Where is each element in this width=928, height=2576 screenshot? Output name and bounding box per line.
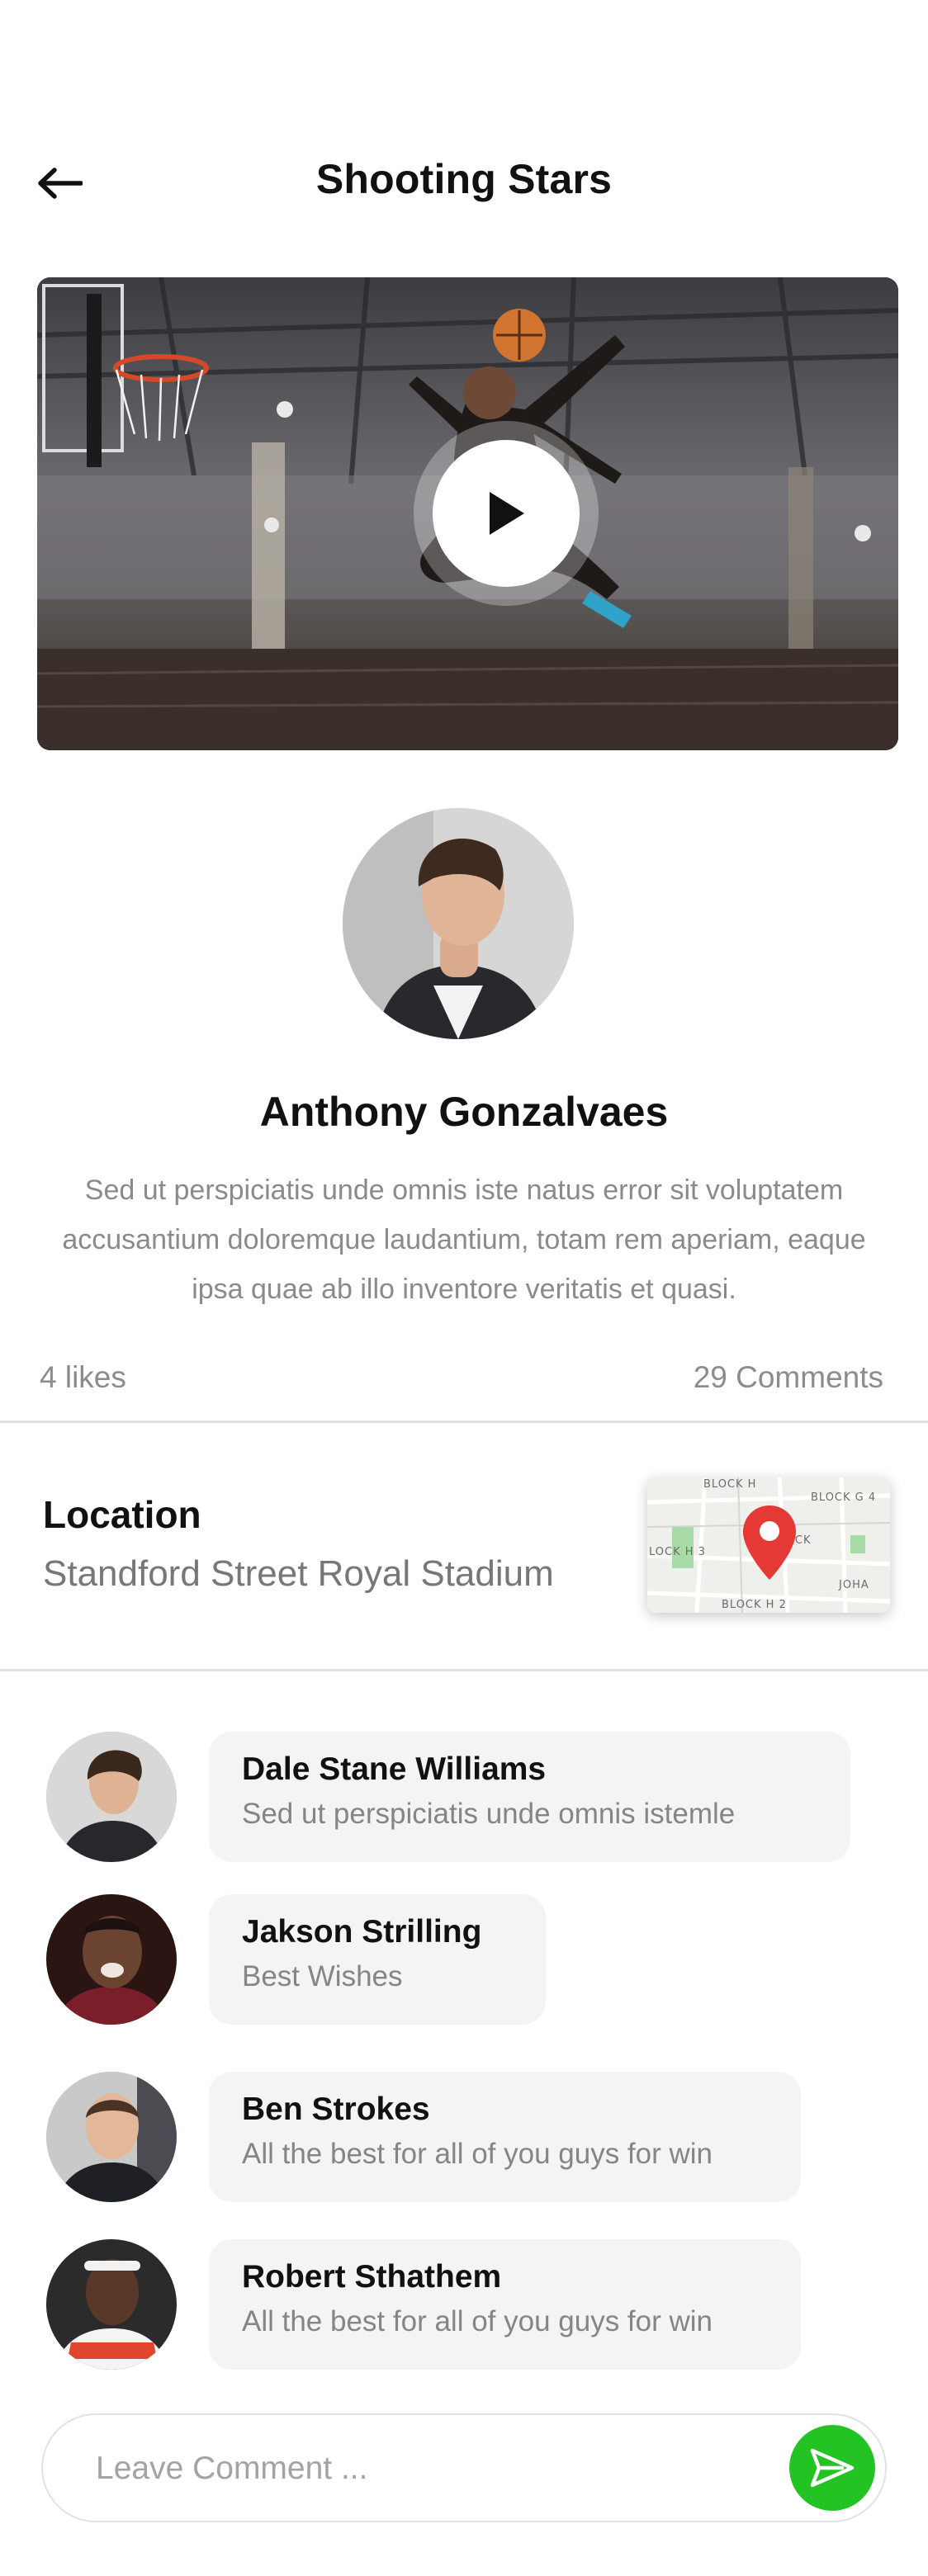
commenter-photo bbox=[46, 1732, 177, 1862]
location-label: Location bbox=[43, 1493, 201, 1536]
commenter-photo bbox=[46, 2072, 177, 2202]
play-button-circle bbox=[433, 440, 580, 587]
commenter-avatar[interactable] bbox=[46, 2072, 177, 2202]
map-thumbnail: BLOCK H BLOCK G 4 LOCK H 3 BLOCK BLOCK H… bbox=[647, 1477, 890, 1613]
commenter-photo bbox=[46, 1894, 177, 2025]
map-label: LOCK H 3 bbox=[649, 1546, 706, 1558]
video-player[interactable] bbox=[37, 277, 898, 750]
app-header: Shooting Stars bbox=[0, 132, 928, 231]
comment-bubble: Robert Sthathem All the best for all of … bbox=[209, 2239, 801, 2370]
play-icon bbox=[490, 492, 524, 535]
divider bbox=[0, 1420, 928, 1423]
map-label: BLOCK H 2 bbox=[722, 1599, 787, 1611]
comment-text: Sed ut perspiciatis unde omnis istemle bbox=[242, 1798, 736, 1830]
send-button[interactable] bbox=[789, 2425, 875, 2511]
divider bbox=[0, 1669, 928, 1671]
comment-composer bbox=[41, 2413, 887, 2522]
location-value: Standford Street Royal Stadium bbox=[43, 1553, 554, 1594]
commenter-avatar[interactable] bbox=[46, 2239, 177, 2370]
commenter-name: Ben Strokes bbox=[242, 2092, 430, 2127]
commenter-name: Dale Stane Williams bbox=[242, 1751, 547, 1787]
comments-count[interactable]: 29 Comments bbox=[694, 1360, 883, 1395]
send-icon bbox=[810, 2448, 855, 2488]
comment-bubble: Jakson Strilling Best Wishes bbox=[209, 1894, 546, 2025]
page-title: Shooting Stars bbox=[315, 156, 613, 202]
author-name: Anthony Gonzalvaes bbox=[259, 1089, 669, 1135]
commenter-name: Robert Sthathem bbox=[242, 2259, 502, 2295]
comment-text: All the best for all of you guys for win bbox=[242, 2138, 713, 2170]
author-bio: Sed ut perspiciatis unde omnis iste natu… bbox=[62, 1175, 866, 1305]
commenter-avatar[interactable] bbox=[46, 1894, 177, 2025]
commenter-name: Jakson Strilling bbox=[242, 1914, 482, 1950]
likes-count[interactable]: 4 likes bbox=[40, 1360, 126, 1395]
map-label: BLOCK G 4 bbox=[811, 1491, 876, 1504]
map-label: BLOCK H bbox=[703, 1478, 756, 1491]
commenter-photo bbox=[46, 2239, 177, 2370]
commenter-avatar[interactable] bbox=[46, 1732, 177, 1862]
post-stats: 4 likes 29 Comments bbox=[40, 1360, 883, 1401]
comment-bubble: Dale Stane Williams Sed ut perspiciatis … bbox=[209, 1732, 850, 1862]
comment-text: All the best for all of you guys for win bbox=[242, 2305, 713, 2337]
author-photo bbox=[343, 808, 574, 1039]
comment-input[interactable] bbox=[96, 2440, 756, 2498]
map-label: JOHA bbox=[838, 1579, 869, 1591]
location-map[interactable]: BLOCK H BLOCK G 4 LOCK H 3 BLOCK BLOCK H… bbox=[647, 1477, 890, 1613]
comment-text: Best Wishes bbox=[242, 1960, 403, 1992]
author-avatar[interactable] bbox=[343, 808, 574, 1039]
play-button[interactable] bbox=[414, 421, 599, 606]
comment-bubble: Ben Strokes All the best for all of you … bbox=[209, 2072, 801, 2202]
